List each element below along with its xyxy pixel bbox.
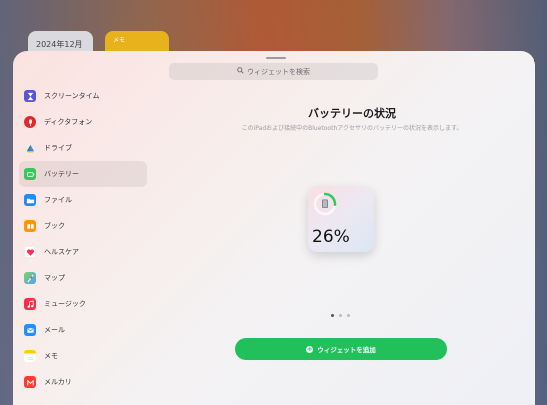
- sidebar-item-health[interactable]: ヘルスケア: [19, 239, 147, 265]
- sidebar-item-mercari[interactable]: メルカリ: [19, 369, 147, 395]
- microphone-icon: [24, 116, 36, 128]
- sidebar-item-maps[interactable]: マップ: [19, 265, 147, 291]
- folder-icon: [24, 194, 36, 206]
- battery-icon: [24, 168, 36, 180]
- drive-triangle-icon: [24, 142, 36, 154]
- page-subtitle: このiPadおよび接続中のBluetoothアクセサリのバッテリーの状況を表示し…: [241, 125, 463, 132]
- battery-widget-preview[interactable]: 26%: [308, 186, 374, 252]
- search-icon: [237, 67, 244, 76]
- calendar-widget-text: 2024年12月: [36, 40, 83, 49]
- notes-icon: [24, 350, 36, 362]
- sidebar-item-label: ファイル: [44, 196, 72, 204]
- book-icon: [24, 220, 36, 232]
- search-field[interactable]: ウィジェットを検索: [169, 63, 378, 80]
- sidebar-item-label: ディクタフォン: [44, 118, 93, 126]
- sidebar-item-label: スクリーンタイム: [44, 92, 100, 100]
- add-widget-label: ウィジェットを追加: [317, 346, 376, 354]
- sidebar-item-music[interactable]: ミュージック: [19, 291, 147, 317]
- sidebar: スクリーンタイム ディクタフォン ドライブ バッテリー ファイル ブック ヘルス…: [19, 83, 147, 395]
- sheet-grabber[interactable]: [266, 57, 286, 59]
- music-note-icon: [24, 298, 36, 310]
- page-dot[interactable]: [347, 314, 350, 317]
- sidebar-item-label: マップ: [44, 274, 65, 282]
- sidebar-item-label: ドライブ: [44, 144, 72, 152]
- mercari-icon: [24, 376, 36, 388]
- sidebar-item-label: メール: [44, 326, 65, 334]
- plus-icon: +: [306, 344, 314, 353]
- sidebar-item-label: ミュージック: [44, 300, 86, 308]
- memo-widget-text: メモ: [113, 37, 126, 44]
- sidebar-item-notes[interactable]: メモ: [19, 343, 147, 369]
- sidebar-item-dictaphone[interactable]: ディクタフォン: [19, 109, 147, 135]
- map-icon: [24, 272, 36, 284]
- sidebar-item-label: ブック: [44, 222, 65, 230]
- ipad-icon: [322, 199, 328, 208]
- page-dot[interactable]: [339, 314, 342, 317]
- widget-gallery-sheet: ウィジェットを検索 スクリーンタイム ディクタフォン ドライブ バッテリー ファ…: [13, 51, 535, 405]
- add-widget-button[interactable]: + ウィジェットを追加: [235, 338, 447, 360]
- sidebar-item-label: メルカリ: [44, 378, 72, 386]
- hourglass-icon: [24, 90, 36, 102]
- sidebar-item-mail[interactable]: メール: [19, 317, 147, 343]
- page-indicator[interactable]: [331, 314, 350, 317]
- page-title: バッテリーの状況: [308, 107, 396, 120]
- sidebar-item-screen-time[interactable]: スクリーンタイム: [19, 83, 147, 109]
- sidebar-item-label: メモ: [44, 352, 58, 360]
- sidebar-item-battery[interactable]: バッテリー: [19, 161, 147, 187]
- mail-icon: [24, 324, 36, 336]
- battery-ring: [313, 192, 337, 216]
- search-placeholder: ウィジェットを検索: [247, 67, 310, 76]
- sidebar-item-label: ヘルスケア: [44, 248, 79, 256]
- battery-percent: 26%: [312, 227, 350, 247]
- sidebar-item-books[interactable]: ブック: [19, 213, 147, 239]
- page-dot[interactable]: [331, 314, 334, 317]
- sidebar-item-drive[interactable]: ドライブ: [19, 135, 147, 161]
- sidebar-item-label: バッテリー: [44, 170, 79, 178]
- sidebar-item-files[interactable]: ファイル: [19, 187, 147, 213]
- heart-icon: [24, 246, 36, 258]
